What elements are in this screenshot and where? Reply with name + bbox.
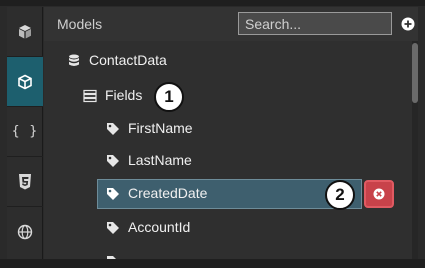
callout-badge: 2 [325,180,355,210]
tag-icon [107,123,119,135]
braces-icon: { } [11,124,39,139]
list-icon [83,89,97,103]
tag-icon [107,222,119,234]
models-header: Models [44,7,418,41]
field-item-firstname[interactable]: FirstName [44,114,406,144]
sidebar-item-globals[interactable] [7,207,43,257]
left-sidebar: { } [7,7,43,259]
cube-icon [18,74,32,89]
tree-item-label: ContactData [89,52,167,68]
model-tree: ContactData Fields FirstName LastName Cr… [44,41,418,259]
top-edge [0,0,425,6]
field-item-lastname[interactable]: LastName [44,146,406,176]
globe-icon [17,224,33,240]
field-item-partial[interactable] [44,247,406,259]
search-input[interactable] [238,12,392,35]
tag-icon [107,188,119,200]
tree-scrollbar[interactable] [412,41,418,259]
remove-circle-icon [373,188,385,200]
field-item-accountid[interactable]: AccountId [44,213,406,243]
tree-item-fields[interactable]: Fields [44,81,406,111]
delete-field-button[interactable] [364,180,394,208]
field-label: AccountId [128,219,191,235]
database-icon [69,54,79,66]
callout-badge: 1 [154,82,184,112]
tag-icon [107,155,119,167]
sidebar-item-styles[interactable] [7,157,43,207]
field-label: FirstName [128,120,193,136]
sidebar-item-models[interactable] [7,57,43,107]
bottom-edge [0,259,425,268]
scrollbar-thumb[interactable] [412,43,418,103]
plus-circle-icon[interactable] [401,17,415,31]
field-label: CreatedDate [128,185,208,201]
field-label: LastName [128,152,192,168]
panel-title: Models [57,16,103,32]
cubes-icon [19,24,31,38]
sidebar-item-code[interactable]: { } [7,107,43,157]
tree-item-root[interactable]: ContactData [44,46,406,76]
sidebar-item-components[interactable] [7,7,43,57]
css3-icon [19,173,31,189]
tree-item-label: Fields [105,87,143,103]
